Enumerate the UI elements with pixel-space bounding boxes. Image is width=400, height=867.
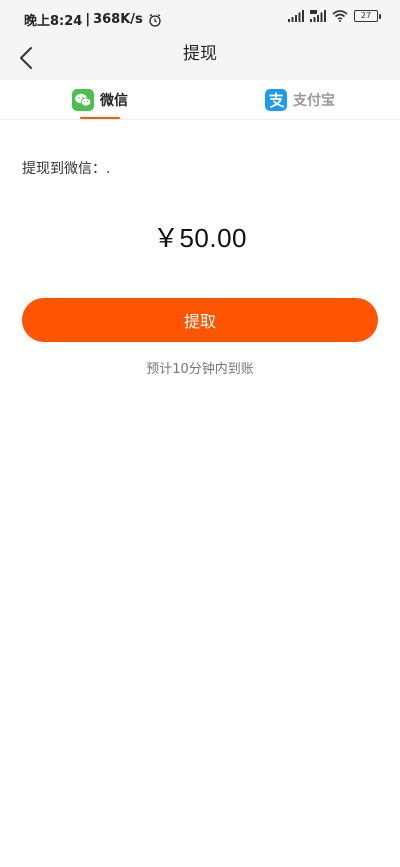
status-time: 晚上8:24 bbox=[24, 14, 83, 29]
nav-bar: 提现 bbox=[0, 36, 400, 80]
status-net-speed: 368K/s bbox=[93, 12, 143, 27]
status-left: 晚上8:24 | 368K/s bbox=[24, 10, 162, 29]
withdraw-button[interactable]: 提取 bbox=[22, 298, 378, 342]
active-tab-indicator bbox=[80, 117, 120, 119]
status-separator: | bbox=[85, 12, 91, 27]
withdraw-amount: ￥50.00 bbox=[152, 223, 248, 253]
tab-alipay-label: 支付宝 bbox=[293, 93, 335, 109]
tab-wechat[interactable]: 微信 bbox=[72, 80, 128, 120]
arrival-eta-text: 预计10分钟内到账 bbox=[146, 362, 254, 377]
battery-level: 27 bbox=[360, 11, 372, 20]
status-right: 27 bbox=[288, 10, 381, 22]
alarm-icon bbox=[149, 13, 161, 27]
withdraw-target-text: 提现到微信：. bbox=[22, 161, 111, 177]
payment-tabs: 微信 支付宝 bbox=[0, 80, 400, 120]
signal-hd-icon bbox=[310, 10, 326, 22]
status-bar: 晚上8:24 | 368K/s 27 bbox=[0, 0, 400, 36]
page-title: 提现 bbox=[183, 44, 217, 64]
tab-wechat-label: 微信 bbox=[100, 93, 128, 109]
tab-alipay[interactable]: 支付宝 bbox=[265, 80, 335, 120]
signal-icon bbox=[288, 10, 304, 22]
battery-icon: 27 bbox=[354, 10, 381, 22]
alipay-icon bbox=[265, 89, 287, 111]
wechat-icon bbox=[72, 89, 94, 111]
wifi-icon bbox=[332, 10, 348, 22]
